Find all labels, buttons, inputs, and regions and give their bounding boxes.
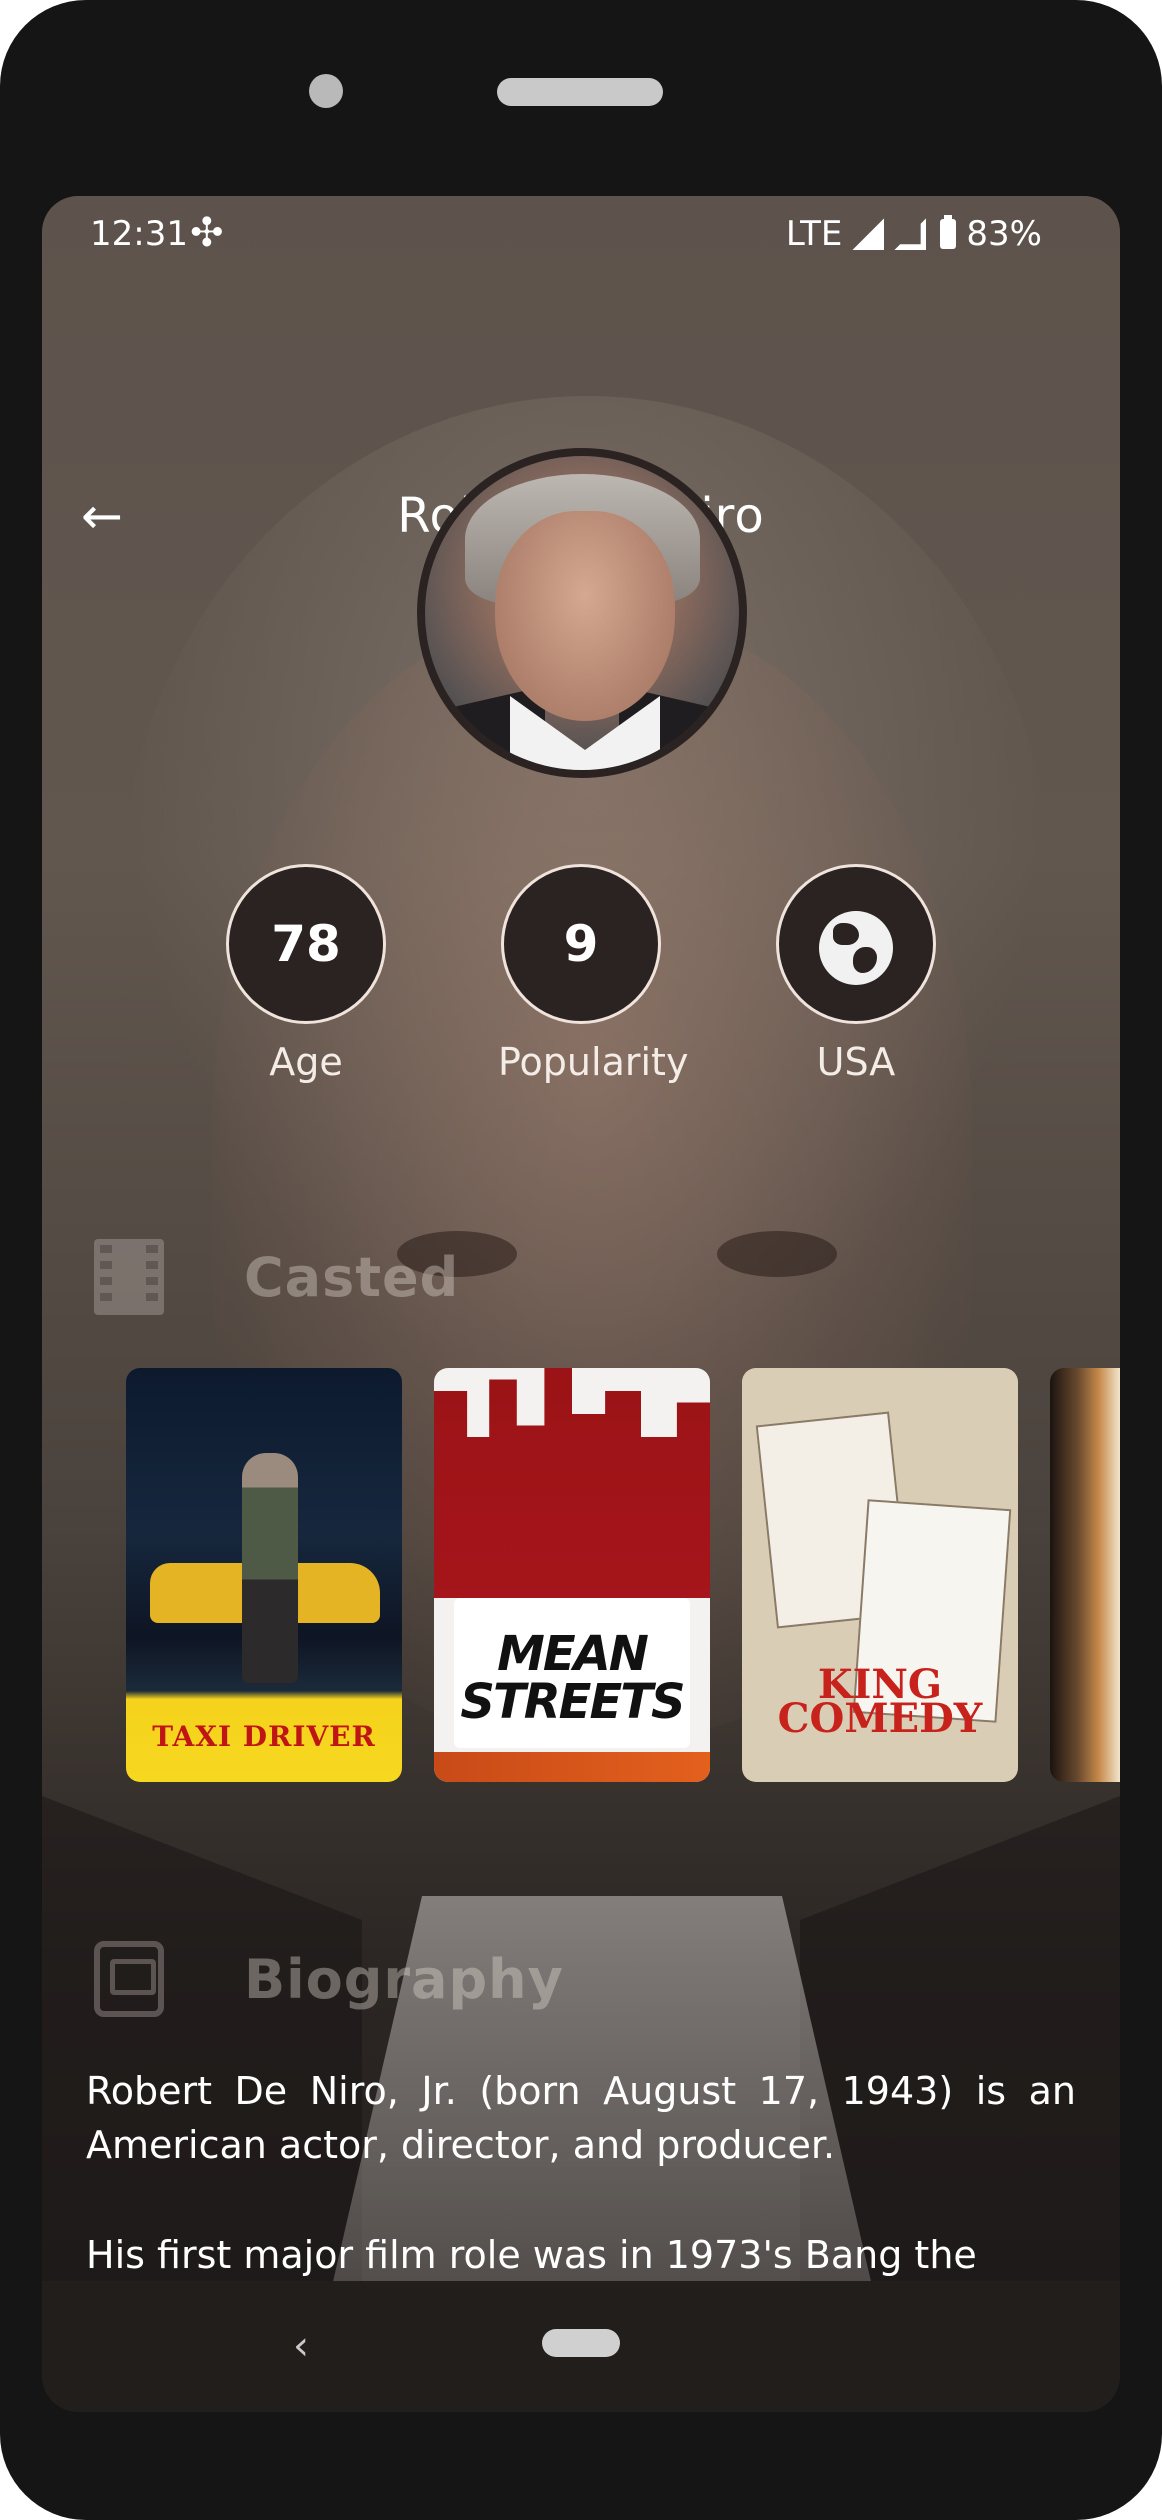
status-bar: 12:31 ✣ LTE 83% <box>42 196 1120 276</box>
popularity-value: 9 <box>501 864 661 1024</box>
popularity-label: Popularity <box>498 1040 689 1084</box>
poster-title: MEAN STREETS <box>460 1626 685 1730</box>
battery-icon <box>940 215 957 249</box>
country-label: USA <box>816 1040 896 1084</box>
nav-home-button[interactable] <box>542 2329 620 2357</box>
movie-poster[interactable]: KING COMEDY <box>742 1368 1018 1782</box>
biography-icon <box>94 1941 164 2017</box>
actor-avatar <box>417 448 747 778</box>
system-nav-bar: ‹ <box>42 2281 1120 2412</box>
status-indicators: LTE 83% <box>786 214 1042 254</box>
country-circle <box>776 864 936 1024</box>
stat-age: 78 Age <box>223 864 389 1084</box>
stat-country: USA <box>773 864 939 1084</box>
battery-percent: 83% <box>966 214 1042 254</box>
movie-poster[interactable]: MEAN STREETS <box>434 1368 710 1782</box>
movie-poster-partial[interactable] <box>1050 1368 1120 1782</box>
front-camera <box>309 74 343 108</box>
biography-section-header: Biography <box>90 1934 564 2024</box>
age-label: Age <box>269 1040 343 1084</box>
screen: 12:31 ✣ LTE 83% ← Robert De Niro <box>42 196 1120 2412</box>
movie-poster[interactable]: TAXI DRIVER <box>126 1368 402 1782</box>
film-icon <box>94 1239 164 1315</box>
signal-outline-icon <box>894 218 926 250</box>
poster-title: TAXI DRIVER <box>152 1720 376 1753</box>
stat-popularity: 9 Popularity <box>498 864 689 1084</box>
biography-paragraph: His first major film role was in 1973's … <box>86 2233 977 2277</box>
chevron-left-icon: ‹ <box>293 2323 309 2369</box>
poster-title: KING COMEDY <box>777 1661 983 1742</box>
casted-label: Casted <box>244 1245 460 1309</box>
nav-back-button[interactable]: ‹ <box>266 2311 336 2381</box>
casted-carousel[interactable]: TAXI DRIVER MEAN STREETS KING COMEDY <box>84 1368 1120 1786</box>
phone-frame: 12:31 ✣ LTE 83% ← Robert De Niro <box>0 0 1162 2520</box>
earpiece-speaker <box>497 78 663 106</box>
fan-icon: ✣ <box>190 210 224 256</box>
age-value: 78 <box>226 864 386 1024</box>
network-type: LTE <box>785 214 843 254</box>
biography-paragraph: Robert De Niro, Jr. (born August 17, 194… <box>86 2069 1076 2167</box>
biography-label: Biography <box>244 1947 564 2011</box>
globe-icon <box>819 910 893 985</box>
signal-icon <box>852 218 885 250</box>
status-time: 12:31 <box>90 214 188 254</box>
actor-stats: 78 Age 9 Popularity USA <box>42 864 1120 1124</box>
casted-section-header: Casted <box>90 1232 459 1322</box>
